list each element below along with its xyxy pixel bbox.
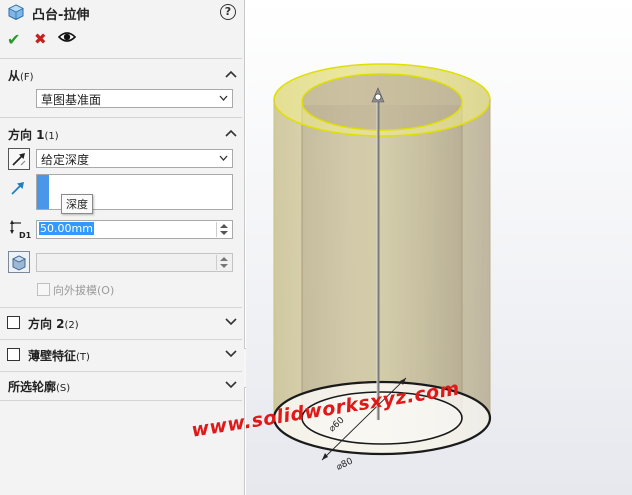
thin-feature-section-title[interactable]: 薄壁特征(T) (28, 347, 90, 364)
divider (0, 307, 242, 308)
depth-spinner[interactable] (216, 222, 231, 237)
direction2-checkbox[interactable] (7, 316, 20, 329)
divider (0, 400, 242, 401)
direction-arrow-icon (11, 182, 24, 195)
chevron-down-icon[interactable] (225, 381, 237, 389)
divider (0, 117, 242, 118)
divider (0, 58, 242, 59)
close-icon[interactable]: ✖ (34, 30, 47, 48)
draft-toggle-icon[interactable] (8, 251, 30, 273)
direction1-section-title[interactable]: 方向 1(1) (8, 126, 59, 143)
from-section-title[interactable]: 从(F) (8, 67, 34, 84)
depth-input[interactable]: 50.00mm (36, 220, 233, 239)
draft-angle-spinner[interactable] (216, 255, 231, 270)
reverse-direction-icon[interactable] (8, 148, 30, 170)
svg-text:D1: D1 (19, 231, 32, 240)
check-icon[interactable]: ✔ (7, 30, 20, 49)
direction2-section-title[interactable]: 方向 2(2) (28, 315, 79, 332)
chevron-down-icon[interactable] (225, 350, 237, 358)
feature-header: 凸台-拉伸 ? (0, 0, 244, 26)
draft-angle-input[interactable] (36, 253, 233, 272)
start-condition-select[interactable]: 草图基准面 (36, 89, 233, 108)
chevron-down-icon (219, 95, 228, 101)
depth-d1-icon: D1 (10, 220, 32, 240)
draft-outward-checkbox[interactable] (37, 283, 50, 296)
chevron-up-icon[interactable] (225, 129, 237, 137)
svg-text:⌀80: ⌀80 (335, 456, 355, 472)
chevron-down-icon (219, 155, 228, 161)
chevron-up-icon[interactable] (225, 70, 237, 78)
eye-icon[interactable] (58, 30, 76, 44)
depth-tooltip: 深度 (61, 194, 93, 214)
selected-contours-section-title[interactable]: 所选轮廓(S) (8, 378, 70, 395)
chevron-down-icon[interactable] (225, 318, 237, 326)
help-icon[interactable]: ? (220, 4, 236, 20)
divider (0, 339, 242, 340)
thin-feature-checkbox[interactable] (7, 348, 20, 361)
feature-title: 凸台-拉伸 (32, 8, 90, 23)
boss-extrude-icon (8, 4, 24, 20)
draft-outward-label: 向外拔模(O) (53, 284, 115, 297)
divider (0, 371, 242, 372)
selection-focus-indicator (37, 175, 49, 209)
end-condition-select[interactable]: 给定深度 (36, 149, 233, 168)
